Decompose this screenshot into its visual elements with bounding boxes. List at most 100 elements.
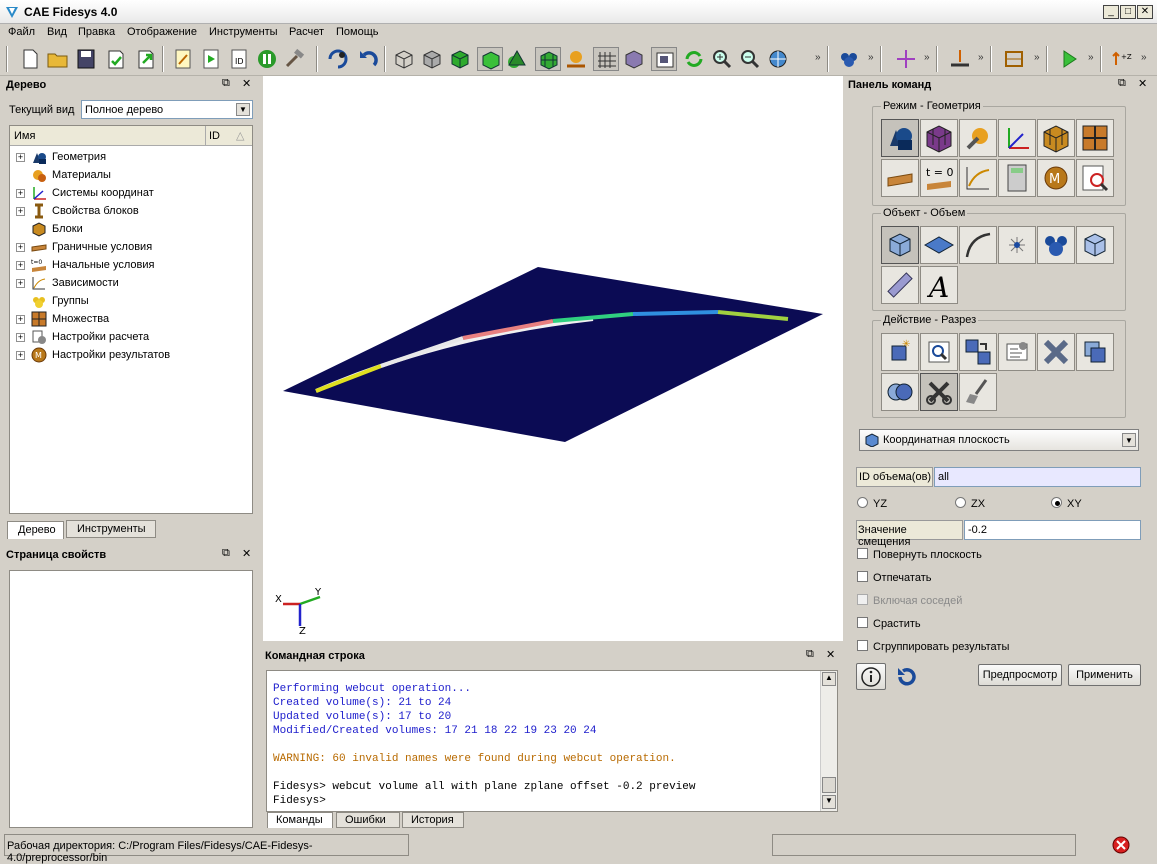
mesh-mode-icon[interactable] bbox=[920, 119, 958, 157]
tree-item[interactable]: + Свойства блоков bbox=[16, 202, 139, 220]
edit-script-icon[interactable] bbox=[170, 47, 196, 71]
boundary-mode-icon[interactable] bbox=[881, 159, 919, 197]
current-view-select[interactable]: Полное дерево ▼ bbox=[81, 100, 253, 119]
tree-item[interactable]: Блоки bbox=[16, 220, 83, 238]
boolean-action-icon[interactable] bbox=[881, 373, 919, 411]
command-output[interactable]: Performing webcut operation... Created vo… bbox=[266, 670, 838, 812]
properties-close-button[interactable]: ✕ bbox=[242, 547, 251, 560]
checkbox-include-neighbors[interactable]: Включая соседей bbox=[857, 594, 962, 608]
body-object-icon[interactable] bbox=[1076, 226, 1114, 264]
radio-zx[interactable]: ZX bbox=[955, 497, 985, 511]
command-panel-close-button[interactable]: ✕ bbox=[1138, 77, 1147, 90]
window-view-icon[interactable] bbox=[651, 47, 677, 71]
maximize-button[interactable]: □ bbox=[1120, 5, 1136, 19]
tree-item[interactable]: + Системы координат bbox=[16, 184, 154, 202]
command-scrollbar[interactable]: ▲ ▼ bbox=[820, 671, 837, 811]
tree-item[interactable]: + Геометрия bbox=[16, 148, 106, 166]
menu-display[interactable]: Отображение bbox=[127, 26, 197, 38]
expand-icon[interactable]: + bbox=[16, 332, 25, 342]
undo-icon[interactable] bbox=[354, 47, 380, 71]
expand-icon[interactable]: + bbox=[16, 278, 25, 288]
tab-commands[interactable]: Команды bbox=[267, 812, 333, 828]
cleanup-action-icon[interactable] bbox=[959, 373, 997, 411]
offset-input[interactable]: -0.2 bbox=[964, 520, 1141, 540]
geometry-mode-icon[interactable] bbox=[881, 119, 919, 157]
results-mode-icon[interactable]: M bbox=[1037, 159, 1075, 197]
properties-float-button[interactable]: ⧉ bbox=[222, 547, 230, 560]
menu-edit[interactable]: Правка bbox=[78, 26, 115, 38]
tree-item[interactable]: + t=0 Начальные условия bbox=[16, 256, 154, 274]
tree-close-button[interactable]: ✕ bbox=[242, 77, 251, 90]
tools-icon[interactable] bbox=[282, 47, 308, 71]
copy-action-icon[interactable] bbox=[1076, 333, 1114, 371]
column-header-name[interactable]: Имя bbox=[10, 126, 206, 146]
grid-icon[interactable] bbox=[593, 47, 619, 71]
expand-icon[interactable]: + bbox=[16, 260, 25, 270]
tree-item[interactable]: + Зависимости bbox=[16, 274, 119, 292]
cut-type-select[interactable]: Координатная плоскость ▼ bbox=[859, 429, 1139, 451]
info-button[interactable] bbox=[856, 663, 886, 690]
expand-icon[interactable]: + bbox=[16, 314, 25, 324]
wireframe-cube-icon[interactable] bbox=[391, 47, 417, 71]
sets-mode-icon[interactable] bbox=[1076, 119, 1114, 157]
modify-action-icon[interactable] bbox=[920, 333, 958, 371]
volume-id-input[interactable]: all bbox=[934, 467, 1141, 487]
group-object-icon[interactable] bbox=[1037, 226, 1075, 264]
tree-item[interactable]: Группы bbox=[16, 292, 89, 310]
menu-file[interactable]: Файл bbox=[8, 26, 35, 38]
pause-icon[interactable] bbox=[254, 47, 280, 71]
menu-calculation[interactable]: Расчет bbox=[289, 26, 324, 38]
menu-help[interactable]: Помощь bbox=[336, 26, 379, 38]
zoom-out-icon[interactable] bbox=[737, 47, 763, 71]
delete-action-icon[interactable] bbox=[1037, 333, 1075, 371]
tab-tools[interactable]: Инструменты bbox=[66, 520, 156, 538]
surface-object-icon[interactable] bbox=[920, 226, 958, 264]
vertex-object-icon[interactable] bbox=[998, 226, 1036, 264]
shapes-icon[interactable] bbox=[505, 47, 531, 71]
expand-icon[interactable]: + bbox=[16, 188, 25, 198]
shaded-cube-icon[interactable] bbox=[419, 47, 445, 71]
measure-icon[interactable] bbox=[947, 47, 973, 71]
zoom-in-icon[interactable] bbox=[709, 47, 735, 71]
groups-toolbar-icon[interactable] bbox=[836, 47, 862, 71]
text-object-icon[interactable]: A bbox=[920, 266, 958, 304]
tool-mode-icon[interactable] bbox=[959, 119, 997, 157]
import-icon[interactable] bbox=[103, 47, 129, 71]
command-panel-float-button[interactable]: ⧉ bbox=[1118, 77, 1126, 90]
tab-errors[interactable]: Ошибки bbox=[336, 812, 400, 828]
tree-item[interactable]: + Настройки расчета bbox=[16, 328, 149, 346]
run-id-icon[interactable]: ID bbox=[226, 47, 252, 71]
tree-float-button[interactable]: ⧉ bbox=[222, 77, 230, 90]
expand-icon[interactable]: + bbox=[16, 152, 25, 162]
create-action-icon[interactable]: ✳ bbox=[881, 333, 919, 371]
stop-button[interactable] bbox=[1104, 834, 1138, 856]
bounding-box-icon[interactable] bbox=[1001, 47, 1027, 71]
inspect-mode-icon[interactable] bbox=[1076, 159, 1114, 197]
ruler-object-icon[interactable] bbox=[881, 266, 919, 304]
coordinate-mode-icon[interactable] bbox=[998, 119, 1036, 157]
new-file-icon[interactable] bbox=[17, 47, 43, 71]
expand-icon[interactable]: + bbox=[16, 206, 25, 216]
tree-item[interactable]: + M Настройки результатов bbox=[16, 346, 170, 364]
crosshair-icon[interactable] bbox=[893, 47, 919, 71]
tree-item[interactable]: Материалы bbox=[16, 166, 111, 184]
checkbox-rotate-plane[interactable]: Повернуть плоскость bbox=[857, 548, 982, 562]
run-calculation-icon[interactable] bbox=[1056, 47, 1082, 71]
apply-button[interactable]: Применить bbox=[1068, 664, 1141, 686]
checkbox-merge[interactable]: Срастить bbox=[857, 617, 921, 631]
command-close-button[interactable]: ✕ bbox=[826, 648, 835, 661]
curve-object-icon[interactable] bbox=[959, 226, 997, 264]
column-header-id[interactable]: ID △ bbox=[206, 126, 252, 146]
expand-icon[interactable]: + bbox=[16, 242, 25, 252]
open-folder-icon[interactable] bbox=[45, 47, 71, 71]
green-cube-icon[interactable] bbox=[447, 47, 473, 71]
save-view-icon[interactable] bbox=[326, 47, 352, 71]
graphics-viewport[interactable]: Y X Z bbox=[263, 76, 843, 641]
properties-action-icon[interactable] bbox=[998, 333, 1036, 371]
menu-tools[interactable]: Инструменты bbox=[209, 26, 278, 38]
checkbox-imprint[interactable]: Отпечатать bbox=[857, 571, 931, 585]
refresh-icon[interactable] bbox=[681, 47, 707, 71]
calculator-mode-icon[interactable] bbox=[998, 159, 1036, 197]
run-script-icon[interactable] bbox=[198, 47, 224, 71]
command-float-button[interactable]: ⧉ bbox=[806, 648, 814, 661]
